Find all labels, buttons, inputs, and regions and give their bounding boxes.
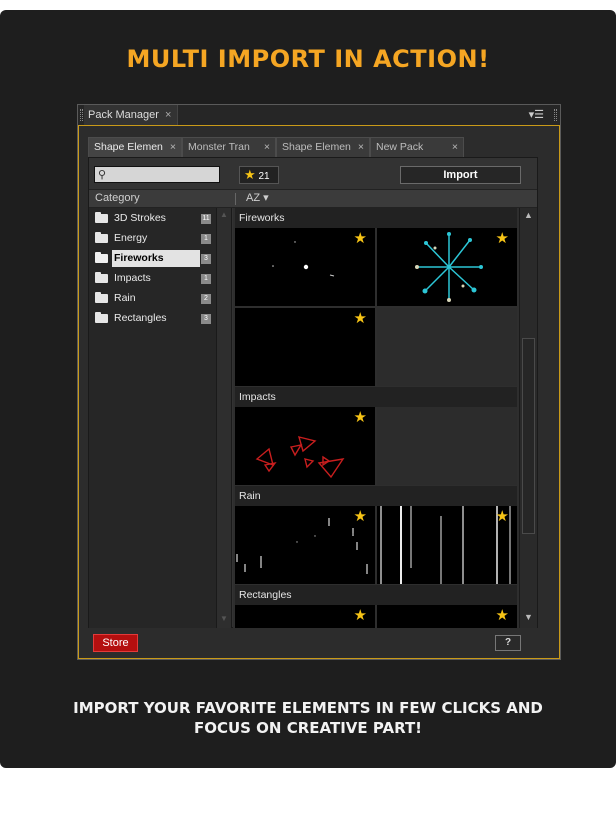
search-input[interactable]: ⚲ bbox=[94, 166, 220, 183]
thumbnail-impacts-1[interactable]: ★ bbox=[235, 407, 375, 485]
empty-cell bbox=[377, 407, 517, 485]
headline: MULTI IMPORT IN ACTION! bbox=[126, 45, 490, 73]
category-item-rain[interactable]: Rain 2 bbox=[94, 290, 216, 307]
category-count-badge: 3 bbox=[201, 314, 211, 324]
category-count-badge: 11 bbox=[201, 214, 211, 224]
drag-grip-icon[interactable] bbox=[80, 109, 83, 121]
folder-icon bbox=[95, 232, 108, 243]
category-scrollbar[interactable]: ▲ ▼ bbox=[217, 208, 232, 628]
grid-scrollbar[interactable]: ▲ ▼ bbox=[519, 208, 537, 628]
section-header-fireworks: Fireworks bbox=[235, 208, 517, 228]
panel-menu-icon[interactable]: ▾☰ bbox=[529, 108, 544, 122]
category-count-badge: 3 bbox=[201, 254, 211, 264]
favorite-star-icon[interactable]: ★ bbox=[354, 608, 367, 623]
tab-new-pack[interactable]: New Pack × bbox=[370, 137, 464, 157]
footer-line-1: IMPORT YOUR FAVORITE ELEMENTS IN FEW CLI… bbox=[73, 699, 543, 717]
pack-content-area: ⚲ ★ 21 Import Category AZ ▾ 3D Strokes 1… bbox=[88, 157, 538, 628]
panel-close-icon[interactable]: × bbox=[165, 109, 171, 121]
category-item-3d-strokes[interactable]: 3D Strokes 11 bbox=[94, 210, 216, 227]
category-count-badge: 1 bbox=[201, 274, 211, 284]
tab-label: Shape Elemen bbox=[94, 141, 163, 153]
panel-titlebar: Pack Manager × ▾☰ bbox=[78, 105, 560, 125]
scrollbar-thumb[interactable] bbox=[522, 338, 535, 534]
favorite-star-icon[interactable]: ★ bbox=[354, 410, 367, 425]
tab-label: New Pack bbox=[376, 141, 424, 153]
folder-icon bbox=[95, 212, 108, 223]
thumbnail-rain-1[interactable]: ★ bbox=[235, 506, 375, 584]
category-name: 3D Strokes bbox=[114, 212, 166, 224]
elements-grid: Fireworks ★ ★ ★ Impacts ★ Rain ★ ★ Recta… bbox=[233, 208, 519, 628]
panel-resize-grip-icon[interactable] bbox=[554, 109, 557, 121]
footer-text: IMPORT YOUR FAVORITE ELEMENTS IN FEW CLI… bbox=[40, 698, 576, 738]
favorite-star-icon[interactable]: ★ bbox=[354, 311, 367, 326]
thumbnail-rectangles-2[interactable]: ★ bbox=[377, 605, 517, 628]
import-button[interactable]: Import bbox=[400, 166, 521, 184]
scroll-down-icon[interactable]: ▼ bbox=[524, 612, 533, 622]
tab-shape-elements-2[interactable]: Shape Elemen × bbox=[276, 137, 370, 157]
folder-icon bbox=[95, 272, 108, 283]
empty-cell bbox=[377, 308, 517, 386]
category-count-badge: 1 bbox=[201, 234, 211, 244]
category-item-impacts[interactable]: Impacts 1 bbox=[94, 270, 216, 287]
sort-dropdown[interactable]: AZ ▾ bbox=[246, 190, 269, 207]
tab-shape-elements-1[interactable]: Shape Elemen × bbox=[88, 137, 182, 157]
folder-icon bbox=[95, 292, 108, 303]
favorite-star-icon[interactable]: ★ bbox=[496, 608, 509, 623]
panel-title: Pack Manager bbox=[88, 109, 159, 121]
category-item-fireworks[interactable]: Fireworks 3 bbox=[94, 250, 216, 267]
star-icon: ★ bbox=[244, 167, 256, 182]
tab-close-icon[interactable]: × bbox=[452, 138, 458, 157]
favorites-filter-button[interactable]: ★ 21 bbox=[239, 166, 279, 184]
tab-close-icon[interactable]: × bbox=[170, 138, 176, 157]
section-header-rectangles: Rectangles bbox=[235, 585, 517, 605]
scroll-down-icon[interactable]: ▼ bbox=[220, 614, 228, 623]
thumbnail-fireworks-1[interactable]: ★ bbox=[235, 228, 375, 306]
tab-close-icon[interactable]: × bbox=[264, 138, 270, 157]
tab-close-icon[interactable]: × bbox=[358, 138, 364, 157]
folder-icon bbox=[95, 252, 108, 263]
category-count-badge: 2 bbox=[201, 294, 211, 304]
column-divider bbox=[235, 193, 236, 205]
favorite-star-icon[interactable]: ★ bbox=[496, 509, 509, 524]
section-header-impacts: Impacts bbox=[235, 387, 517, 407]
thumbnail-rain-2[interactable]: ★ bbox=[377, 506, 517, 584]
pack-manager-panel: Pack Manager × ▾☰ Shape Elemen × Monster T… bbox=[77, 104, 561, 660]
search-icon: ⚲ bbox=[98, 169, 107, 181]
favorite-star-icon[interactable]: ★ bbox=[354, 509, 367, 524]
thumbnail-fireworks-2[interactable]: ★ bbox=[377, 228, 517, 306]
column-header: Category AZ ▾ bbox=[89, 189, 537, 208]
tab-label: Monster Tran bbox=[188, 141, 250, 153]
scroll-up-icon[interactable]: ▲ bbox=[220, 210, 228, 219]
thumbnail-rectangles-1[interactable]: ★ bbox=[235, 605, 375, 628]
panel-title-tab[interactable]: Pack Manager × bbox=[84, 105, 179, 125]
scroll-up-icon[interactable]: ▲ bbox=[524, 210, 533, 220]
category-name: Energy bbox=[114, 232, 148, 244]
tab-label: Shape Elemen bbox=[282, 141, 351, 153]
category-item-rectangles[interactable]: Rectangles 3 bbox=[94, 310, 216, 327]
category-column-header: Category bbox=[95, 192, 140, 204]
footer-line-2: FOCUS ON CREATIVE PART! bbox=[193, 719, 423, 737]
help-button[interactable]: ? bbox=[495, 635, 521, 651]
category-list: 3D Strokes 11 Energy 1 Fireworks 3 Impac… bbox=[89, 208, 217, 628]
thumbnail-fireworks-3[interactable]: ★ bbox=[235, 308, 375, 386]
category-item-energy[interactable]: Energy 1 bbox=[94, 230, 216, 247]
store-button[interactable]: Store bbox=[93, 634, 138, 652]
category-name: Rain bbox=[114, 292, 136, 304]
favorite-star-icon[interactable]: ★ bbox=[496, 231, 509, 246]
section-header-rain: Rain bbox=[235, 486, 517, 506]
category-name: Rectangles bbox=[114, 312, 167, 324]
category-name: Impacts bbox=[114, 272, 151, 284]
category-name: Fireworks bbox=[112, 250, 200, 267]
favorite-star-icon[interactable]: ★ bbox=[354, 231, 367, 246]
tab-monster-transitions[interactable]: Monster Tran × bbox=[182, 137, 276, 157]
folder-icon bbox=[95, 312, 108, 323]
favorites-count: 21 bbox=[258, 171, 270, 182]
